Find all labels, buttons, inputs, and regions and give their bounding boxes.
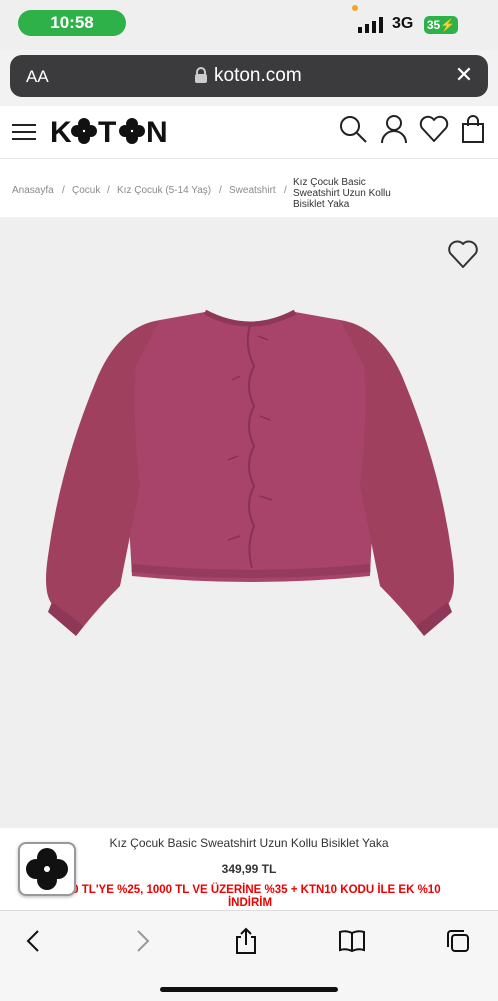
- network-type: 3G: [392, 15, 414, 32]
- breadcrumb-separator: /: [62, 185, 65, 196]
- user-icon[interactable]: [379, 114, 409, 144]
- lock-icon: [195, 67, 207, 83]
- svg-text:T: T: [98, 116, 116, 148]
- status-bar: 10:58 3G 35⚡: [0, 0, 498, 50]
- hamburger-menu-icon[interactable]: [12, 122, 36, 142]
- breadcrumb-separator: /: [107, 185, 110, 196]
- breadcrumb-separator: /: [219, 185, 222, 196]
- signal-icon: [358, 17, 383, 33]
- favorite-heart-icon[interactable]: [446, 238, 480, 270]
- breadcrumb: Anasayfa / Çocuk / Kız Çocuk (5-14 Yaş) …: [0, 159, 498, 217]
- browser-toolbar: [0, 910, 498, 1001]
- close-icon[interactable]: ✕: [452, 63, 476, 87]
- site-header: K T N: [0, 106, 498, 159]
- breadcrumb-item-cocuk[interactable]: Çocuk: [72, 185, 100, 196]
- koton-logo[interactable]: K T N: [50, 114, 182, 148]
- promo-text: 500 TL'YE %25, 1000 TL VE ÜZERİNE %35 + …: [59, 884, 441, 909]
- forward-icon[interactable]: [128, 927, 156, 955]
- bookmarks-icon[interactable]: [338, 927, 366, 955]
- url-text[interactable]: koton.com: [214, 65, 302, 87]
- breadcrumb-item-sweatshirt[interactable]: Sweatshirt: [229, 185, 276, 196]
- battery-level: 35: [426, 18, 441, 32]
- heart-icon[interactable]: [419, 114, 449, 144]
- svg-text:N: N: [146, 116, 168, 148]
- breadcrumb-current: Kız Çocuk Basic Sweatshirt Uzun Kollu Bi…: [293, 177, 391, 210]
- tabs-icon[interactable]: [444, 927, 472, 955]
- product-image[interactable]: [40, 306, 460, 646]
- battery-icon: 35⚡: [424, 16, 458, 34]
- text-size-button[interactable]: AA: [26, 67, 49, 87]
- product-image-area[interactable]: [0, 218, 498, 828]
- home-indicator: [160, 987, 338, 992]
- breadcrumb-item-home[interactable]: Anasayfa: [12, 185, 54, 196]
- product-info: Kız Çocuk Basic Sweatshirt Uzun Kollu Bi…: [0, 828, 498, 910]
- back-icon[interactable]: [20, 927, 48, 955]
- chat-launcher-button[interactable]: [18, 842, 76, 896]
- svg-text:K: K: [50, 116, 73, 148]
- shopping-bag-icon[interactable]: [459, 114, 489, 144]
- time-indicator: 10:58: [18, 10, 126, 36]
- breadcrumb-item-kiz-cocuk[interactable]: Kız Çocuk (5-14 Yaş): [117, 185, 211, 196]
- privacy-dot: [352, 5, 358, 11]
- address-bar[interactable]: AA koton.com ✕: [10, 55, 488, 97]
- breadcrumb-separator: /: [284, 185, 287, 196]
- search-icon[interactable]: [338, 114, 368, 144]
- koton-clover-icon: [26, 848, 68, 890]
- share-icon[interactable]: [232, 927, 260, 955]
